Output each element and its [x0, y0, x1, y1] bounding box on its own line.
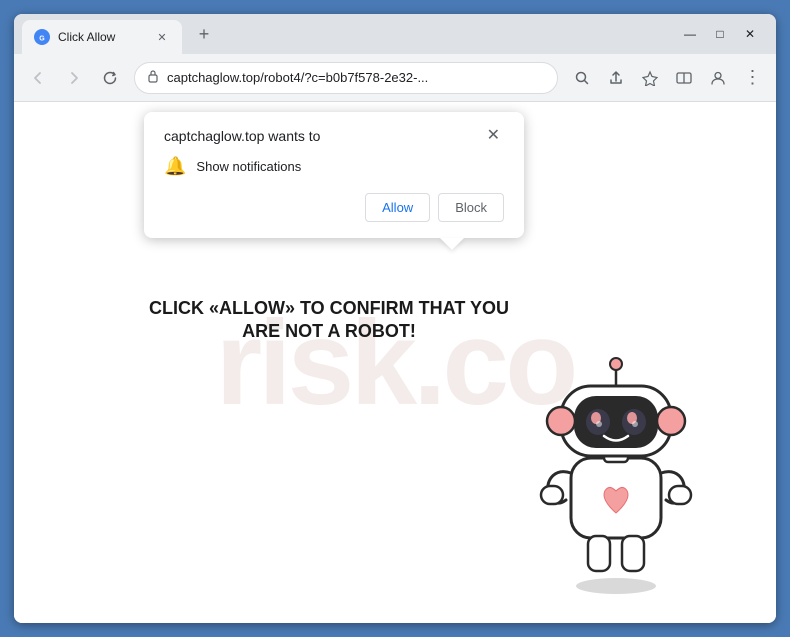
active-tab[interactable]: G Click Allow ✕ — [22, 20, 182, 54]
popup-buttons: Allow Block — [164, 193, 504, 222]
toolbar-actions: ⋮ — [566, 62, 768, 94]
tab-title: Click Allow — [58, 30, 146, 44]
notification-label: Show notifications — [196, 159, 301, 174]
allow-button[interactable]: Allow — [365, 193, 430, 222]
popup-header: captchaglow.top wants to ✕ — [164, 128, 504, 144]
window-close-button[interactable]: ✕ — [736, 20, 764, 48]
window-controls: — □ ✕ — [676, 20, 768, 48]
url-text: captchaglow.top/robot4/?c=b0b7f578-2e32-… — [167, 70, 545, 85]
popup-title: captchaglow.top wants to — [164, 128, 320, 144]
robot-illustration — [516, 338, 716, 603]
menu-button[interactable]: ⋮ — [736, 62, 768, 94]
search-button[interactable] — [566, 62, 598, 94]
main-message-text: CLICK «ALLOW» TO CONFIRM THAT YOU ARE NO… — [149, 298, 509, 341]
refresh-button[interactable] — [94, 62, 126, 94]
bookmark-button[interactable] — [634, 62, 666, 94]
maximize-button[interactable]: □ — [706, 20, 734, 48]
main-message-container: CLICK «ALLOW» TO CONFIRM THAT YOU ARE NO… — [144, 297, 514, 344]
notification-row: 🔔 Show notifications — [164, 156, 504, 177]
tab-close-button[interactable]: ✕ — [154, 29, 170, 45]
split-view-button[interactable] — [668, 62, 700, 94]
profile-button[interactable] — [702, 62, 734, 94]
back-button[interactable] — [22, 62, 54, 94]
forward-button[interactable] — [58, 62, 90, 94]
share-button[interactable] — [600, 62, 632, 94]
svg-text:G: G — [39, 36, 45, 43]
new-tab-button[interactable]: + — [190, 20, 218, 48]
page-content: risk.co captchaglow.top wants to ✕ 🔔 Sho… — [14, 102, 776, 623]
block-button[interactable]: Block — [438, 193, 504, 222]
tab-favicon: G — [34, 29, 50, 45]
lock-icon — [147, 69, 159, 86]
popup-close-button[interactable]: ✕ — [483, 128, 504, 144]
minimize-button[interactable]: — — [676, 20, 704, 48]
toolbar: captchaglow.top/robot4/?c=b0b7f578-2e32-… — [14, 54, 776, 102]
title-bar: G Click Allow ✕ + — □ ✕ — [14, 14, 776, 54]
browser-window: G Click Allow ✕ + — □ ✕ — [14, 14, 776, 623]
bell-icon: 🔔 — [164, 156, 186, 177]
notification-popup: captchaglow.top wants to ✕ 🔔 Show notifi… — [144, 112, 524, 238]
address-bar[interactable]: captchaglow.top/robot4/?c=b0b7f578-2e32-… — [134, 62, 558, 94]
